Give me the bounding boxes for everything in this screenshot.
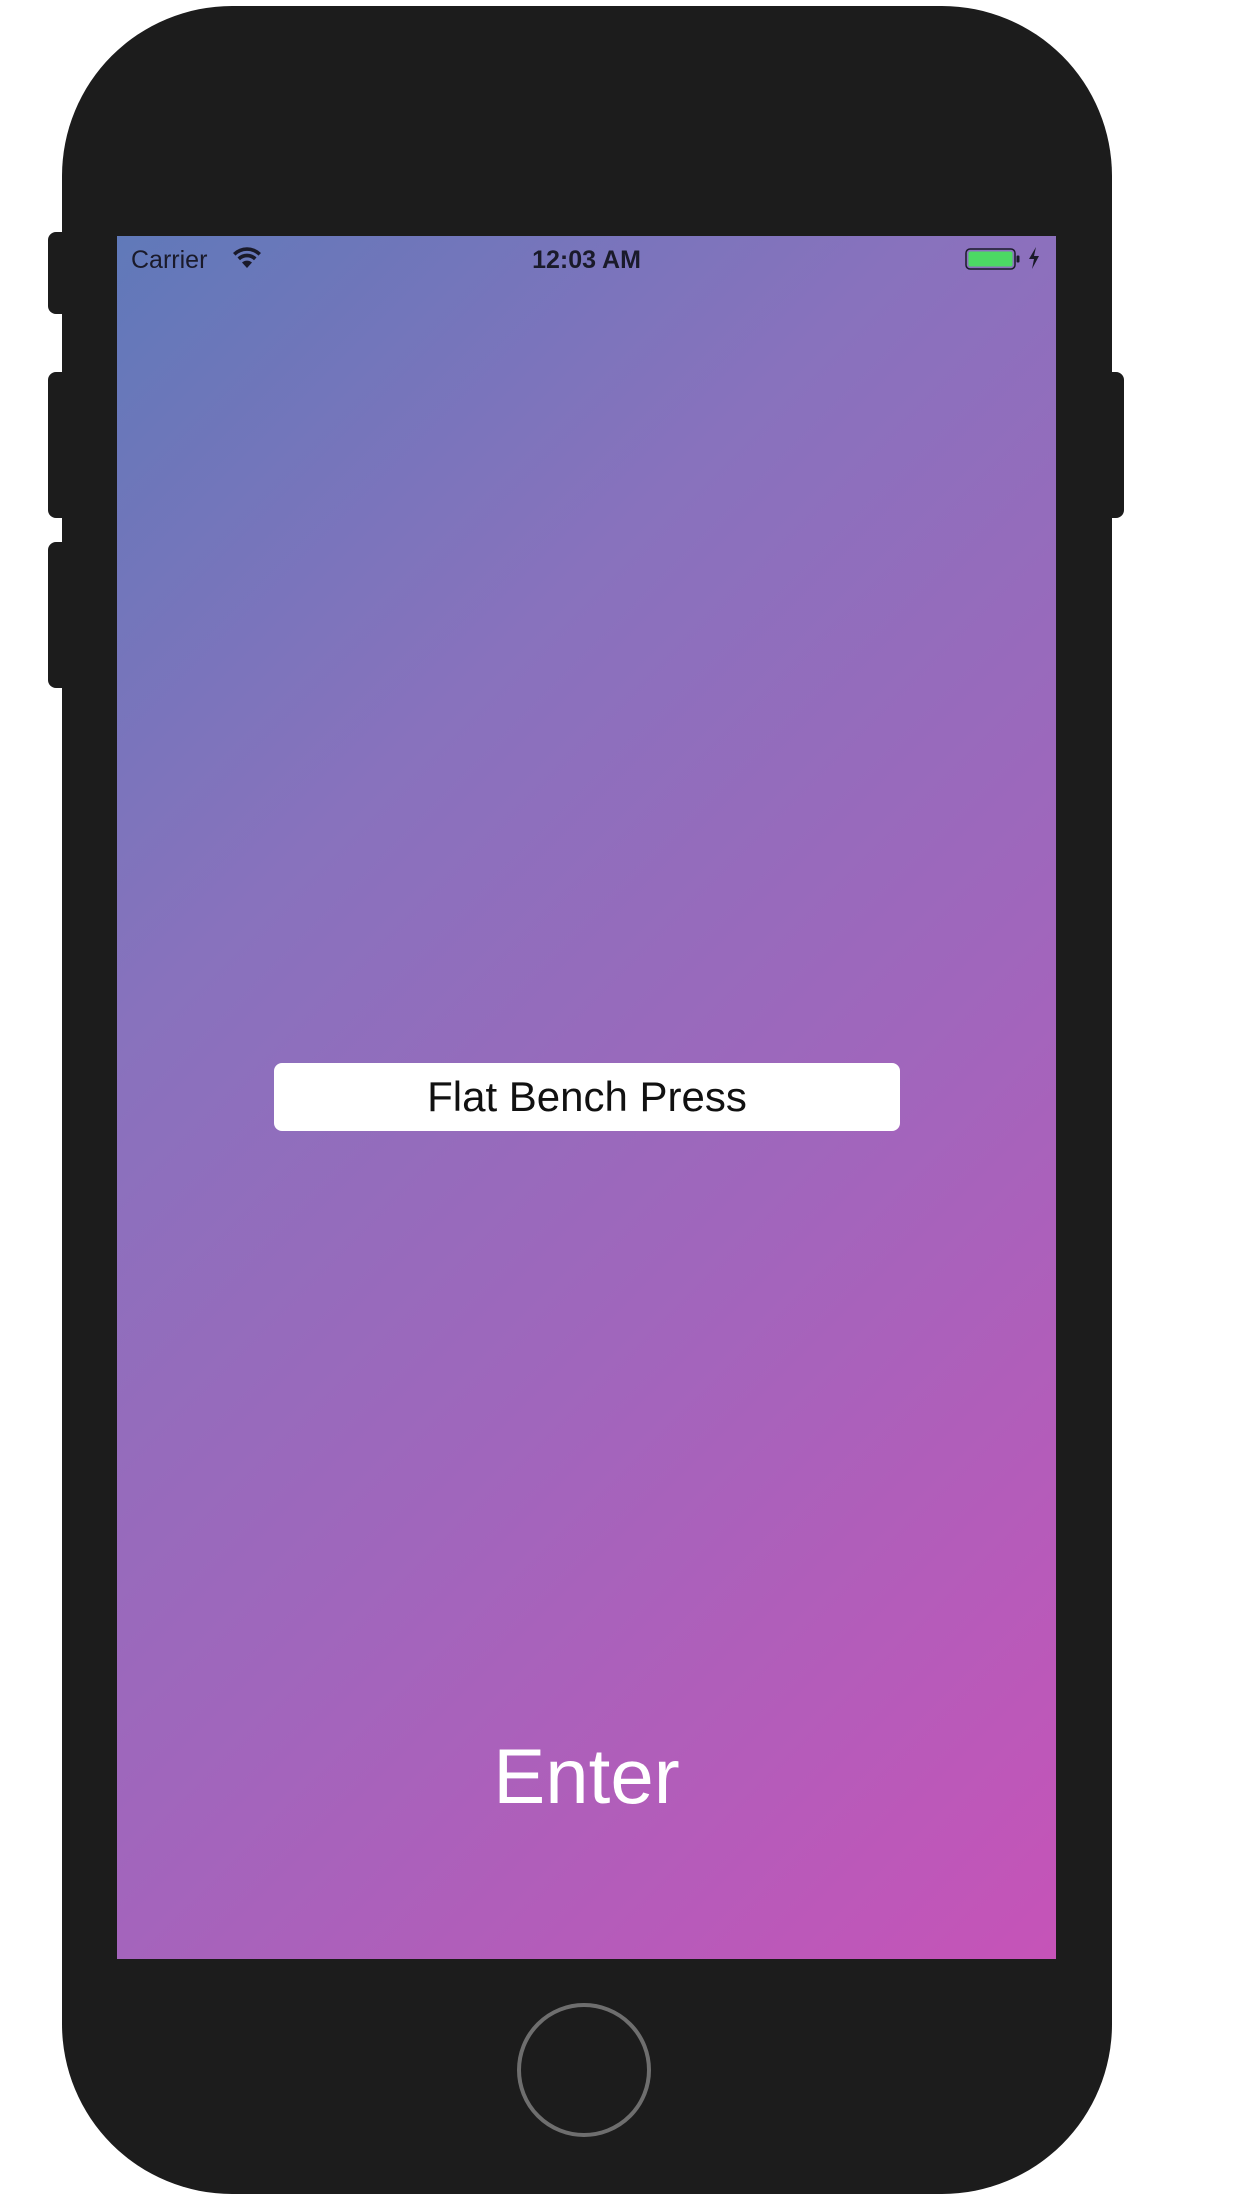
status-bar: Carrier 12:03 AM [117, 236, 1056, 286]
charging-bolt-icon [1029, 247, 1039, 269]
exercise-name-field[interactable] [274, 1063, 900, 1131]
app-screen: Carrier 12:03 AM Enter [117, 236, 1056, 1959]
device-frame-stage: Carrier 12:03 AM Enter [0, 0, 1242, 2208]
battery-full-icon [965, 248, 1020, 270]
home-button[interactable] [517, 2003, 651, 2137]
status-time: 12:03 AM [532, 246, 641, 274]
enter-button[interactable]: Enter [117, 1726, 1056, 1826]
